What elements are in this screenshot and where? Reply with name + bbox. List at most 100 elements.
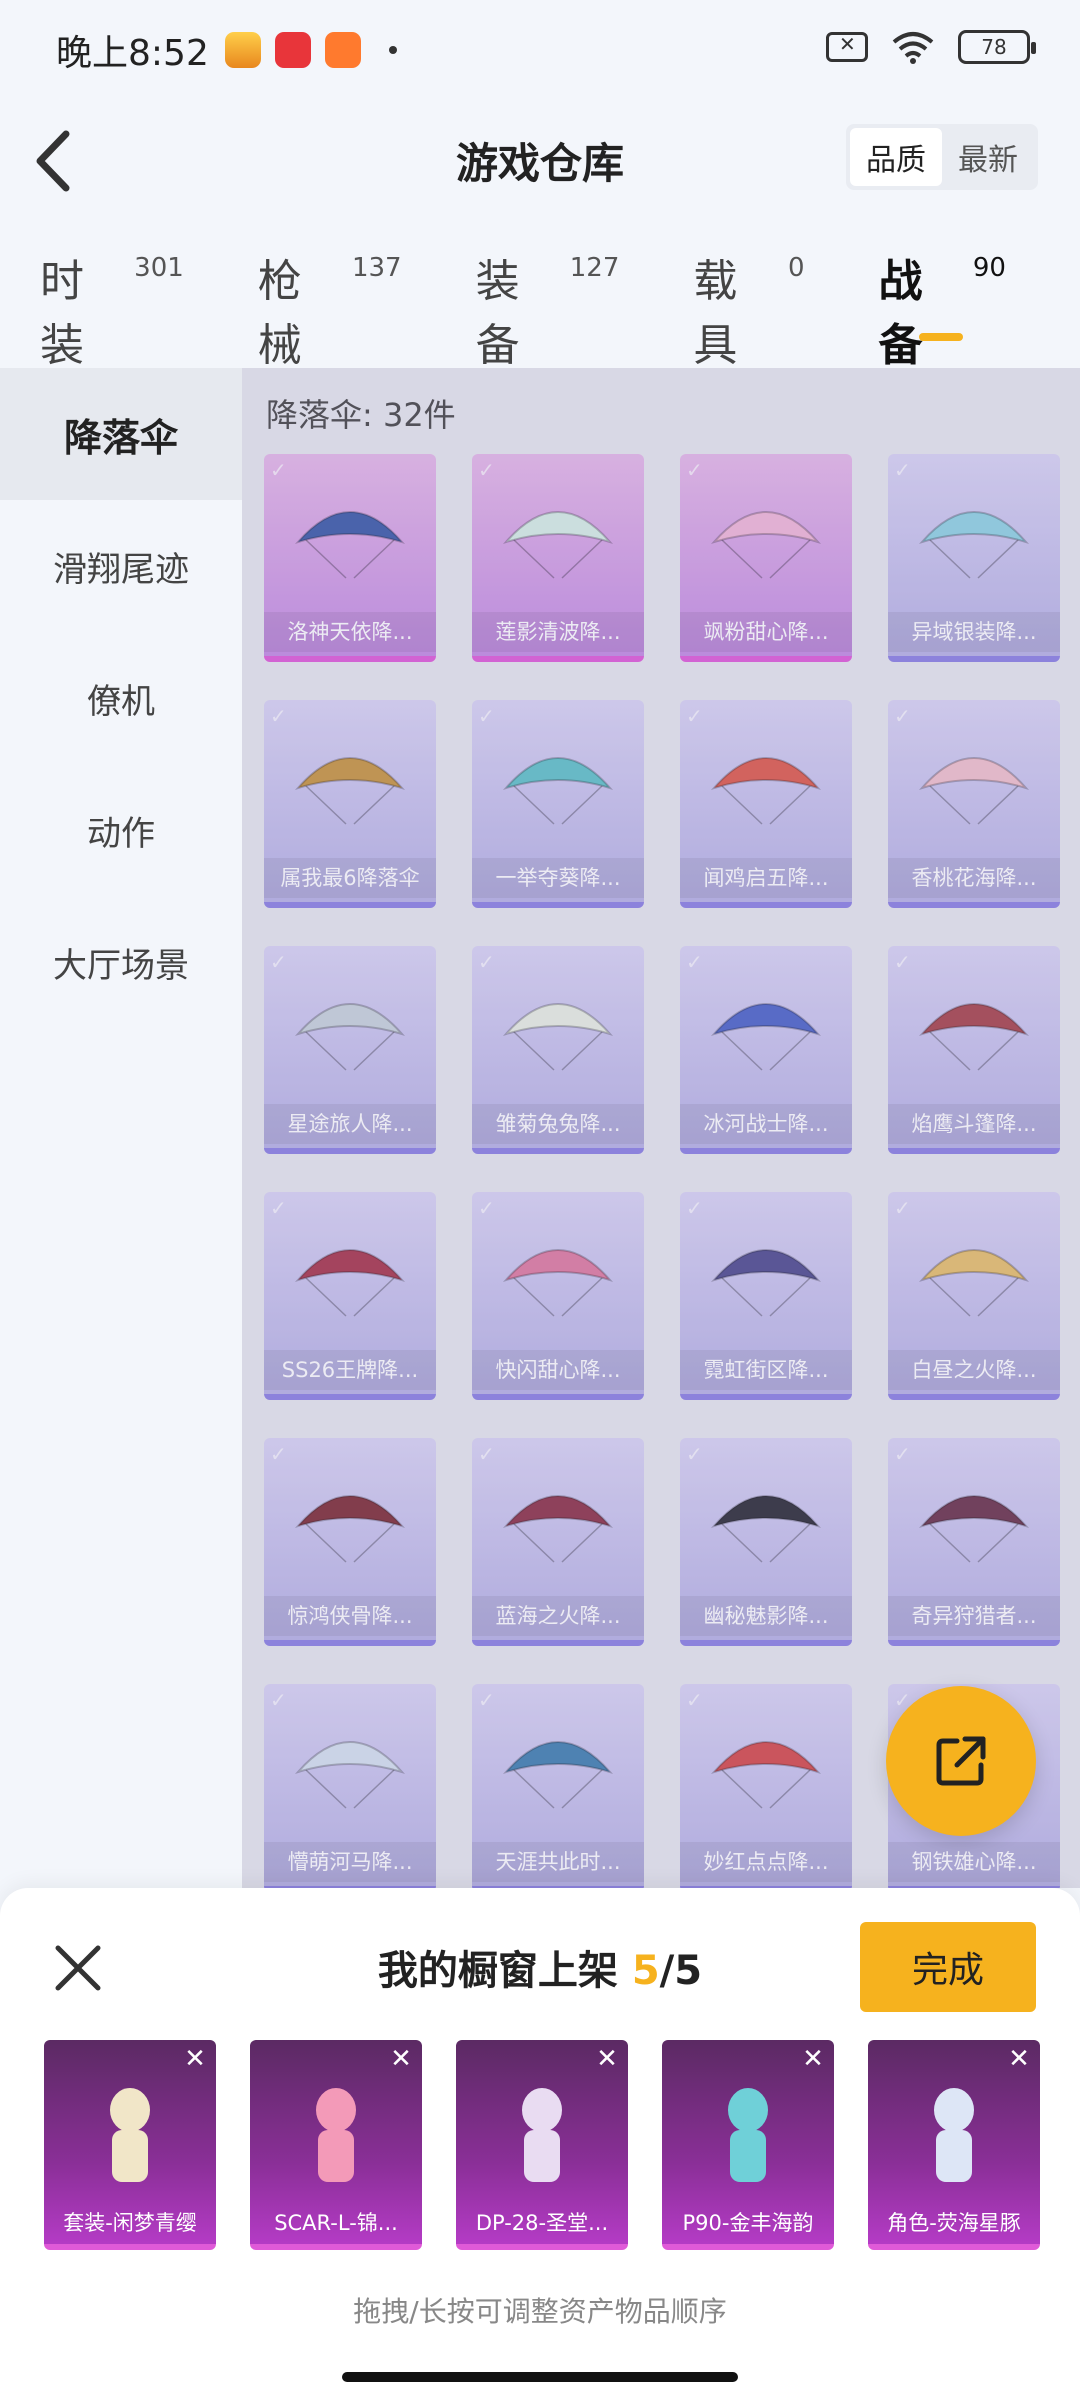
item-thumbnail-icon [316, 2088, 356, 2182]
item-card[interactable]: ✓ 洛神天依降... [264, 454, 436, 662]
check-icon: ✓ [478, 1688, 495, 1712]
parachute-icon [710, 1003, 822, 1071]
back-button[interactable] [28, 126, 88, 196]
check-icon: ✓ [686, 458, 703, 482]
item-name: 飒粉甜心降... [680, 612, 852, 652]
home-indicator[interactable] [342, 2372, 738, 2382]
item-card[interactable]: ✓ 一举夺葵降... [472, 700, 644, 908]
header: 游戏仓库 品质 最新 [0, 110, 1080, 210]
item-card[interactable]: ✓ 雏菊兔兔降... [472, 946, 644, 1154]
item-card[interactable]: ✓ 幽秘魅影降... [680, 1438, 852, 1646]
item-name: 霓虹街区降... [680, 1350, 852, 1390]
item-name: 天涯共此时... [472, 1842, 644, 1882]
sort-by-newest[interactable]: 最新 [942, 128, 1034, 186]
item-name: 冰河战士降... [680, 1104, 852, 1144]
active-tab-indicator [918, 333, 963, 341]
wifi-icon [890, 30, 936, 64]
item-card[interactable]: ✓ 属我最6降落伞 [264, 700, 436, 908]
check-icon: ✓ [686, 1688, 703, 1712]
check-icon: ✓ [270, 704, 287, 728]
check-icon: ✓ [894, 458, 911, 482]
shelf-item[interactable]: ✕ DP-28-圣堂... [456, 2040, 628, 2250]
item-card[interactable]: ✓ 天涯共此时... [472, 1684, 644, 1888]
check-icon: ✓ [894, 1196, 911, 1220]
item-thumbnail-icon [728, 2088, 768, 2182]
parachute-icon [710, 511, 822, 579]
sidebar-item-lobby-scene[interactable]: 大厅场景 [0, 896, 242, 1028]
parachute-icon [710, 1495, 822, 1563]
shelf-item[interactable]: ✕ SCAR-L-锦... [250, 2040, 422, 2250]
sidebar-item-emote[interactable]: 动作 [0, 764, 242, 896]
item-name: 闻鸡启五降... [680, 858, 852, 898]
done-button[interactable]: 完成 [860, 1922, 1036, 2012]
parachute-icon [710, 1741, 822, 1809]
share-icon [936, 1736, 986, 1786]
item-card[interactable]: ✓ 飒粉甜心降... [680, 454, 852, 662]
parachute-icon [294, 757, 406, 825]
item-card[interactable]: ✓ 奇异狩猎者... [888, 1438, 1060, 1646]
item-name: 白昼之火降... [888, 1350, 1060, 1390]
check-icon: ✓ [478, 704, 495, 728]
item-card[interactable]: ✓ 星途旅人降... [264, 946, 436, 1154]
item-name: 蓝海之火降... [472, 1596, 644, 1636]
shelf-item[interactable]: ✕ 角色-荧海星豚 [868, 2040, 1040, 2250]
item-thumbnail-icon [110, 2088, 150, 2182]
item-card[interactable]: ✓ 懵萌河马降... [264, 1684, 436, 1888]
shelf-item-name: P90-金丰海韵 [682, 2211, 814, 2235]
check-icon: ✓ [894, 704, 911, 728]
item-card[interactable]: ✓ 焰鹰斗篷降... [888, 946, 1060, 1154]
item-card[interactable]: ✓ 冰河战士降... [680, 946, 852, 1154]
no-sim-icon [826, 32, 868, 62]
item-card[interactable]: ✓ 闻鸡启五降... [680, 700, 852, 908]
app-notification-icon [274, 32, 311, 68]
tab-count: 137 [351, 253, 402, 283]
item-name: 奇异狩猎者... [888, 1596, 1060, 1636]
tab-vehicles[interactable]: 载具 0 [693, 245, 804, 373]
tab-equipment[interactable]: 装备 127 [476, 245, 620, 373]
item-card[interactable]: ✓ SS26王牌降... [264, 1192, 436, 1400]
shelf-item[interactable]: ✕ P90-金丰海韵 [662, 2040, 834, 2250]
parachute-icon [710, 1249, 822, 1317]
item-thumbnail-icon [934, 2088, 974, 2182]
sidebar-item-wingman[interactable]: 僚机 [0, 632, 242, 764]
item-card[interactable]: ✓ 香桃花海降... [888, 700, 1060, 908]
item-name: SS26王牌降... [264, 1350, 436, 1390]
item-grid: ✓ 洛神天依降... ✓ 莲影清波降... ✓ 飒粉甜心降... ✓ 异域银装降... ✓ 属我最… [264, 454, 1060, 1888]
parachute-icon [294, 1249, 406, 1317]
check-icon: ✓ [270, 1196, 287, 1220]
item-card[interactable]: ✓ 惊鸿侠骨降... [264, 1438, 436, 1646]
parachute-icon [294, 1495, 406, 1563]
item-card[interactable]: ✓ 异域银装降... [888, 454, 1060, 662]
tab-battle-gear[interactable]: 战备 90 [879, 245, 1006, 373]
item-card[interactable]: ✓ 莲影清波降... [472, 454, 644, 662]
status-bar: 晚上8:52 78 [0, 0, 1080, 100]
check-icon: ✓ [478, 1442, 495, 1466]
sidebar-item-glide-trail[interactable]: 滑翔尾迹 [0, 500, 242, 632]
item-card[interactable]: ✓ 白昼之火降... [888, 1192, 1060, 1400]
parachute-icon [918, 1495, 1030, 1563]
more-notifications-dot [388, 46, 397, 54]
item-card[interactable]: ✓ 霓虹街区降... [680, 1192, 852, 1400]
item-card[interactable]: ✓ 妙红点点降... [680, 1684, 852, 1888]
item-name: 属我最6降落伞 [264, 858, 436, 898]
tab-label: 载具 [693, 256, 738, 371]
check-icon: ✓ [270, 458, 287, 482]
item-card[interactable]: ✓ 蓝海之火降... [472, 1438, 644, 1646]
shelf-count-current: 5 [631, 1948, 660, 1994]
shelf-count-total: /5 [659, 1948, 703, 1994]
status-app-icons [224, 32, 361, 68]
item-name: 幽秘魅影降... [680, 1596, 852, 1636]
reorder-hint: 拖拽/长按可调整资产物品顺序 [353, 2295, 727, 2328]
item-card[interactable]: ✓ 快闪甜心降... [472, 1192, 644, 1400]
tab-fashion[interactable]: 时装 301 [40, 245, 184, 373]
category-tabs: 时装 301 枪械 137 装备 127 载具 0 战备 90 [0, 245, 1080, 371]
shelf-item[interactable]: ✕ 套装-闲梦青缨 [44, 2040, 216, 2250]
sidebar-item-parachute[interactable]: 降落伞 [0, 368, 242, 500]
shelf-item-name: DP-28-圣堂... [475, 2211, 609, 2235]
item-name: 懵萌河马降... [264, 1842, 436, 1882]
tab-count: 127 [569, 253, 620, 283]
sort-by-quality[interactable]: 品质 [850, 128, 942, 186]
share-button[interactable] [886, 1686, 1036, 1836]
sort-toggle: 品质 最新 [846, 124, 1038, 190]
tab-guns[interactable]: 枪械 137 [258, 245, 402, 373]
